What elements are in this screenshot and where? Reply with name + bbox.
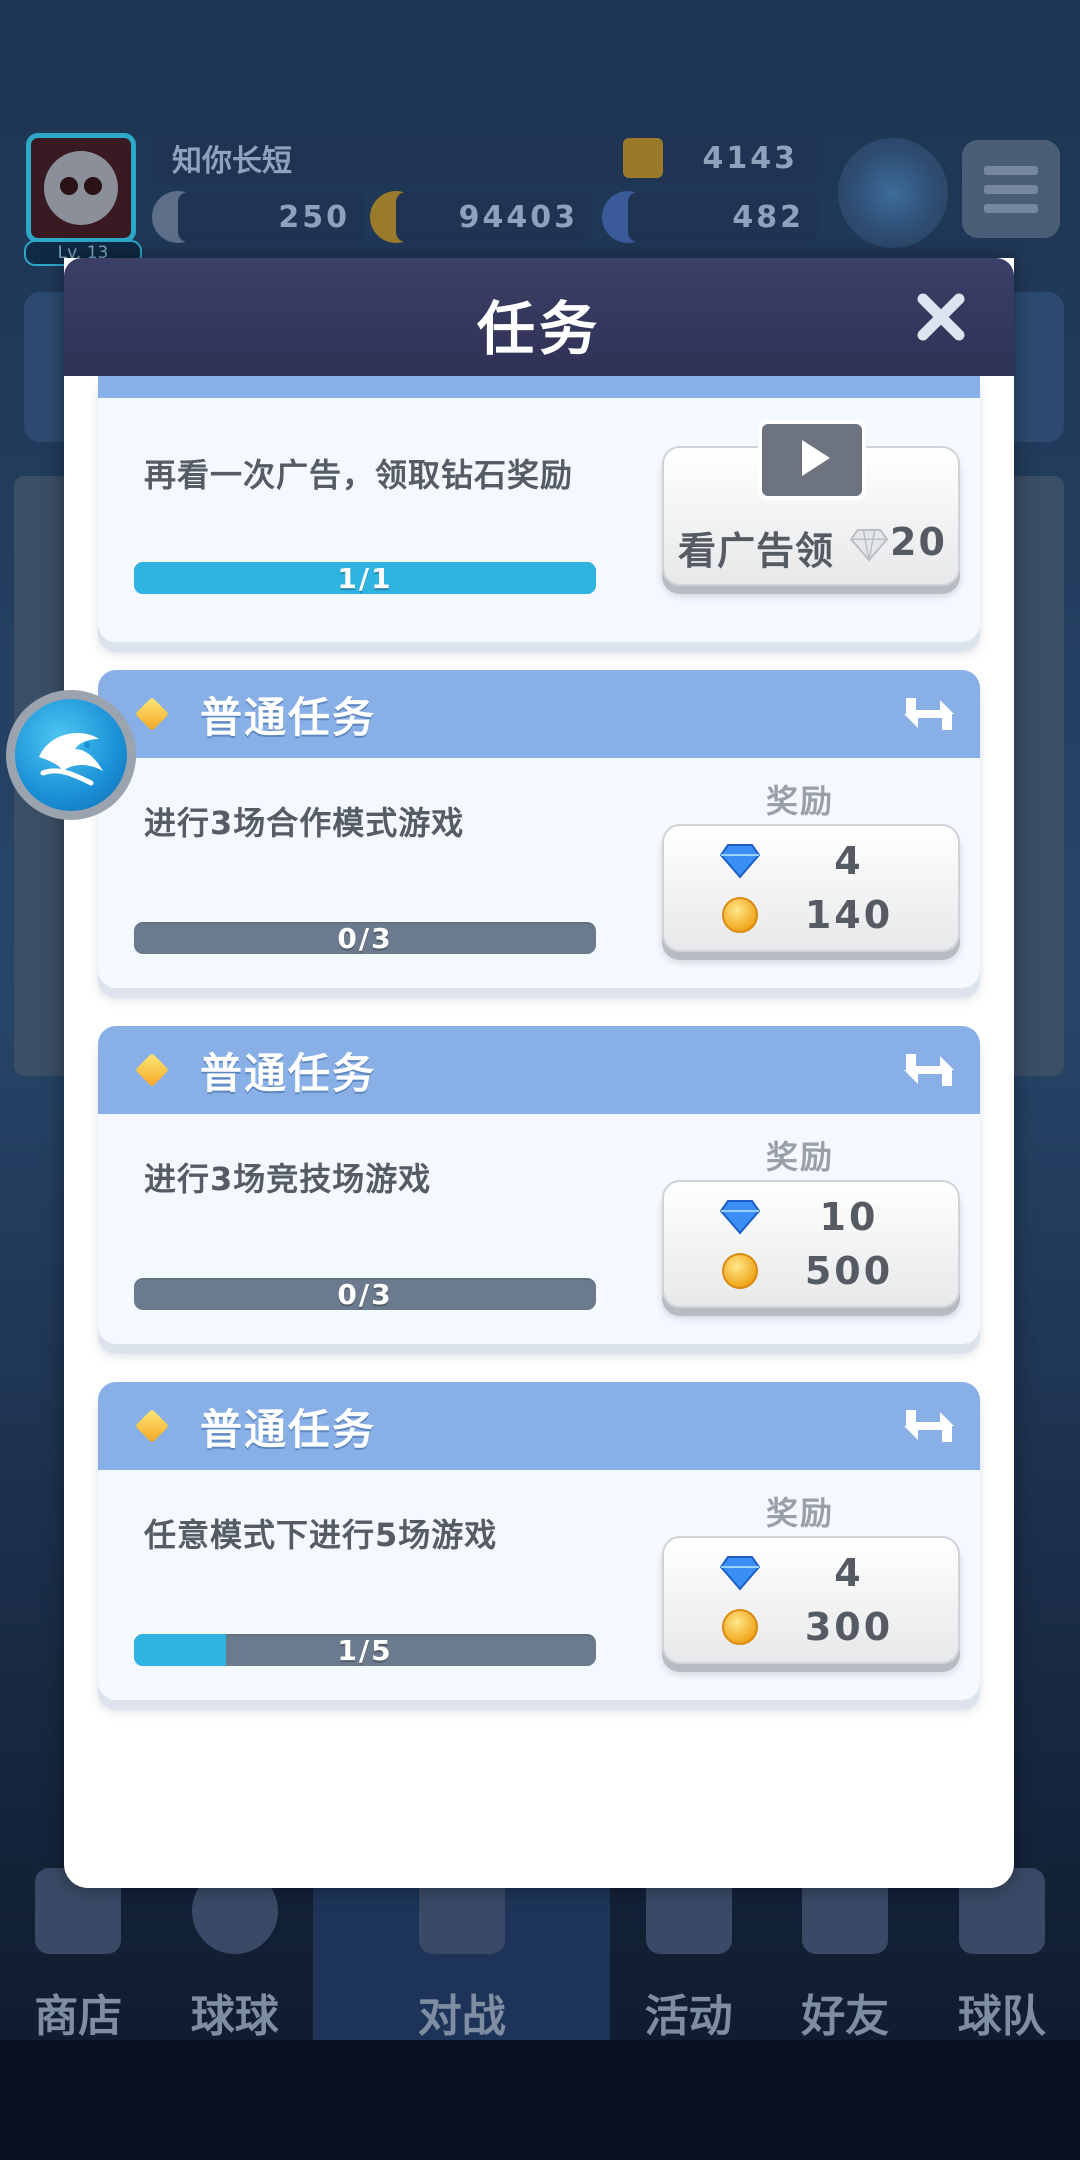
- reward-box[interactable]: 4 300: [662, 1536, 960, 1664]
- refresh-icon[interactable]: [900, 1044, 958, 1096]
- diamond-bullet-icon: [135, 1053, 169, 1087]
- task-progress: 1/5: [134, 1634, 596, 1666]
- bottom-strip: [0, 2040, 1080, 2160]
- nav-team-label: 球队: [957, 1991, 1046, 2042]
- nav-friends-label: 好友: [801, 1991, 890, 2042]
- diamond-bullet-icon: [135, 697, 169, 731]
- reward-box[interactable]: 10 500: [662, 1180, 960, 1308]
- player-name: 知你长短: [172, 144, 292, 179]
- reward-label: 奖励: [766, 1494, 835, 1532]
- gem-value: 482: [732, 199, 804, 235]
- coin-counter: 94403: [396, 192, 592, 242]
- floating-fish-button[interactable]: [6, 690, 136, 820]
- reward-coins: 140: [804, 893, 894, 937]
- ad-task-description: 再看一次广告，领取钻石奖励: [144, 456, 574, 494]
- coin-icon: [722, 1253, 758, 1289]
- gem-counter: 482: [628, 192, 818, 242]
- reward-box[interactable]: 4 140: [662, 824, 960, 952]
- coin-icon: [722, 897, 758, 933]
- task-card-title: 普通任务: [200, 1048, 377, 1098]
- reward-label: 奖励: [766, 1138, 835, 1176]
- diamond-bullet-icon: [135, 1409, 169, 1443]
- coin-value: 94403: [458, 199, 578, 235]
- task-description: 进行3场竞技场游戏: [144, 1160, 432, 1198]
- close-icon: [917, 293, 965, 341]
- player-avatar[interactable]: [26, 133, 136, 243]
- trophy-icon: [622, 138, 663, 178]
- skull-icon: [44, 151, 118, 225]
- gem-icon: [720, 1556, 760, 1591]
- rank-emblem[interactable]: [838, 138, 948, 248]
- task-progress: 0/3: [134, 922, 596, 954]
- task-list[interactable]: 再看一次广告，领取钻石奖励 1/1 看广告领 20 普通任务 进行3场合作模式游…: [64, 376, 1014, 1888]
- nav-events-label: 活动: [644, 1991, 733, 2042]
- menu-button[interactable]: [962, 140, 1060, 238]
- nav-balls-label: 球球: [190, 1991, 279, 2042]
- modal-header: 任务: [64, 258, 1014, 376]
- task-progress-text: 0/3: [337, 922, 393, 954]
- modal-title: 任务: [476, 295, 601, 363]
- tasks-modal: 任务 再看一次广告，领取钻石奖励 1/1 看广告领 20 普通任务 进行3场合作…: [64, 258, 1014, 1888]
- energy-counter: 250: [178, 192, 364, 242]
- refresh-icon[interactable]: [900, 1400, 958, 1452]
- coin-icon: [722, 1609, 758, 1645]
- gem-icon: [720, 1200, 760, 1235]
- task-card-title: 普通任务: [200, 1404, 377, 1454]
- nav-battle-label: 对战: [417, 1991, 506, 2042]
- ad-task-progress: 1/1: [134, 562, 596, 594]
- task-card-header: 普通任务: [98, 670, 980, 758]
- task-card: 普通任务 进行3场竞技场游戏 奖励 10 500 0/3: [98, 1026, 980, 1344]
- task-card: 普通任务 任意模式下进行5场游戏 奖励 4 300 1/5: [98, 1382, 980, 1700]
- reward-gems: 10: [819, 1195, 879, 1239]
- task-progress-text: 1/5: [337, 1634, 393, 1666]
- gem-icon: [720, 844, 760, 879]
- ad-task-progress-text: 1/1: [337, 562, 393, 594]
- watch-ad-label: 看广告领: [678, 529, 835, 573]
- task-card-title: 普通任务: [200, 692, 377, 742]
- reward-label: 奖励: [766, 782, 835, 820]
- task-progress-text: 0/3: [337, 1278, 393, 1310]
- reward-coins: 300: [804, 1605, 894, 1649]
- task-card-header: 普通任务: [98, 1382, 980, 1470]
- trophy-count: 4143: [702, 140, 798, 176]
- close-button[interactable]: [910, 286, 972, 348]
- fish-icon: [39, 733, 103, 786]
- watch-ad-button[interactable]: 看广告领 20: [662, 420, 960, 586]
- refresh-icon[interactable]: [900, 688, 958, 740]
- reward-gems: 4: [834, 839, 864, 883]
- energy-value: 250: [278, 199, 350, 235]
- task-description: 进行3场合作模式游戏: [144, 804, 465, 842]
- task-description: 任意模式下进行5场游戏: [144, 1516, 498, 1554]
- task-card-header: 普通任务: [98, 1026, 980, 1114]
- player-name-bar: 知你长短 4143: [152, 133, 818, 183]
- task-progress: 0/3: [134, 1278, 596, 1310]
- diamond-icon: [850, 528, 888, 562]
- video-play-icon: [758, 420, 866, 500]
- reward-gems: 4: [834, 1551, 864, 1595]
- watch-ad-reward: 20: [890, 520, 947, 564]
- reward-coins: 500: [804, 1249, 894, 1293]
- task-card: 普通任务 进行3场合作模式游戏 奖励 4 140 0/3: [98, 670, 980, 988]
- ad-task-card: 再看一次广告，领取钻石奖励 1/1 看广告领 20: [98, 376, 980, 642]
- nav-shop-label: 商店: [34, 1991, 123, 2042]
